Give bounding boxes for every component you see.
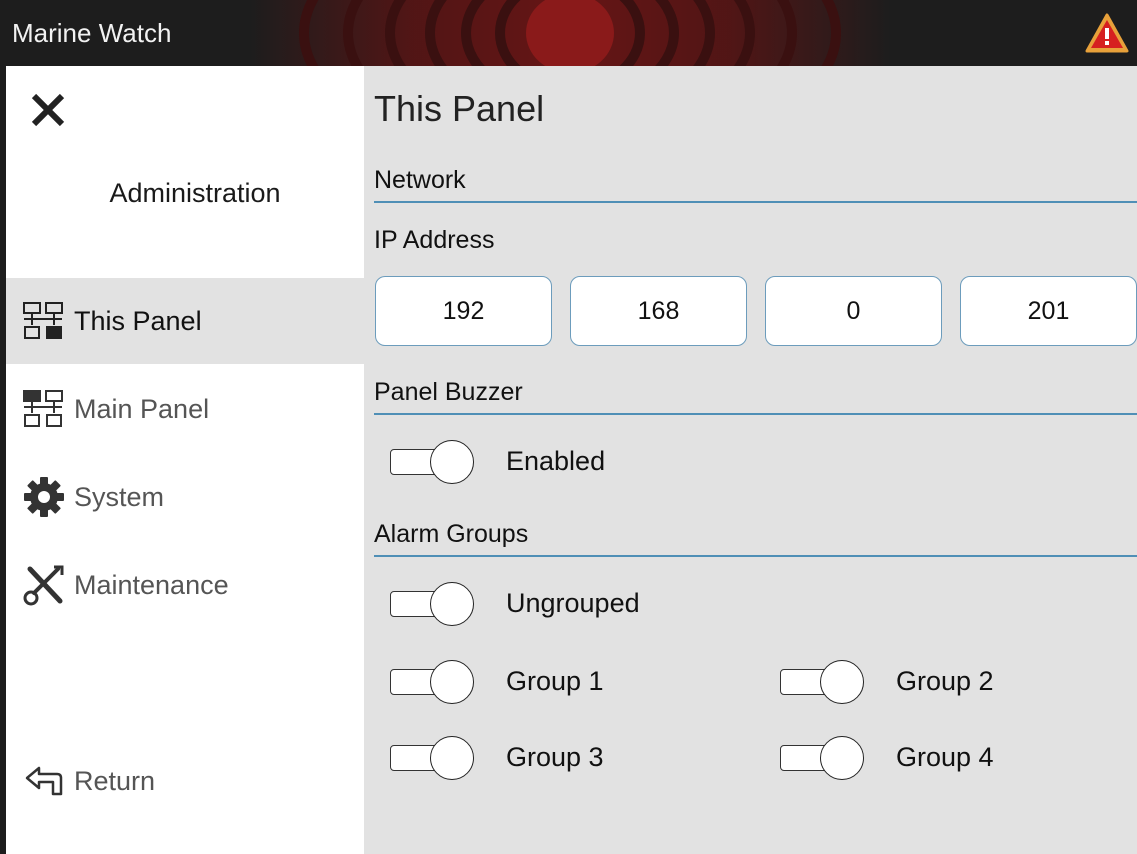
ip-octet-1-field[interactable]: 192 [375, 276, 552, 346]
alert-warning-icon[interactable] [1085, 12, 1129, 54]
network-panel-icon [20, 299, 68, 343]
sidebar-heading: Administration [109, 178, 281, 208]
buzzer-enabled-toggle[interactable]: Enabled [386, 440, 606, 484]
toggle-label: Group 1 [506, 665, 604, 696]
ip-octet-4-field[interactable]: 201 [960, 276, 1137, 346]
alarm-ripple-graphic [299, 0, 841, 66]
group-3-toggle[interactable]: Group 3 [386, 736, 604, 780]
sidebar-item-label: Maintenance [74, 569, 229, 600]
return-arrow-icon [20, 759, 68, 803]
ip-octet-2-field[interactable]: 168 [570, 276, 747, 346]
section-network: Network [374, 166, 1137, 203]
section-alarm-groups: Alarm Groups [374, 520, 1137, 557]
toggle-switch[interactable] [386, 440, 478, 484]
sidebar-item-label: System [74, 481, 165, 512]
network-main-icon [20, 387, 68, 431]
sidebar: Administration This Panel Main Panel Sys… [6, 66, 364, 854]
sidebar-item-maintenance[interactable]: Maintenance [6, 542, 364, 628]
toggle-label: Ungrouped [506, 587, 640, 618]
toggle-switch[interactable] [386, 736, 478, 780]
toggle-label: Group 4 [896, 741, 994, 772]
toggle-label: Group 3 [506, 741, 604, 772]
section-panel-buzzer: Panel Buzzer [374, 378, 1137, 415]
sidebar-item-label: Main Panel [74, 393, 210, 424]
return-label: Return [74, 765, 156, 796]
return-button[interactable]: Return [6, 738, 364, 824]
ip-octet-3-field[interactable]: 0 [765, 276, 942, 346]
gear-icon [20, 475, 68, 519]
page-title: This Panel [374, 88, 545, 129]
sidebar-item-main-panel[interactable]: Main Panel [6, 366, 364, 452]
toggle-label: Group 2 [896, 665, 994, 696]
close-icon[interactable] [28, 90, 68, 130]
group-4-toggle[interactable]: Group 4 [776, 736, 994, 780]
toggle-switch[interactable] [776, 660, 868, 704]
alarm-banner [250, 0, 890, 66]
app-title: Marine Watch [12, 18, 172, 48]
group-2-toggle[interactable]: Group 2 [776, 660, 994, 704]
toggle-switch[interactable] [776, 736, 868, 780]
sidebar-item-system[interactable]: System [6, 454, 364, 540]
ip-address-label: IP Address [374, 226, 495, 254]
toggle-switch[interactable] [386, 660, 478, 704]
title-bar: Marine Watch [0, 0, 1137, 66]
toggle-switch[interactable] [386, 582, 478, 626]
tools-icon [20, 563, 68, 607]
group-ungrouped-toggle[interactable]: Ungrouped [386, 582, 640, 626]
toggle-label: Enabled [506, 445, 606, 476]
main-panel: This Panel Network IP Address 192 168 0 … [364, 66, 1137, 854]
sidebar-item-this-panel[interactable]: This Panel [6, 278, 364, 364]
sidebar-item-label: This Panel [74, 305, 202, 336]
group-1-toggle[interactable]: Group 1 [386, 660, 604, 704]
